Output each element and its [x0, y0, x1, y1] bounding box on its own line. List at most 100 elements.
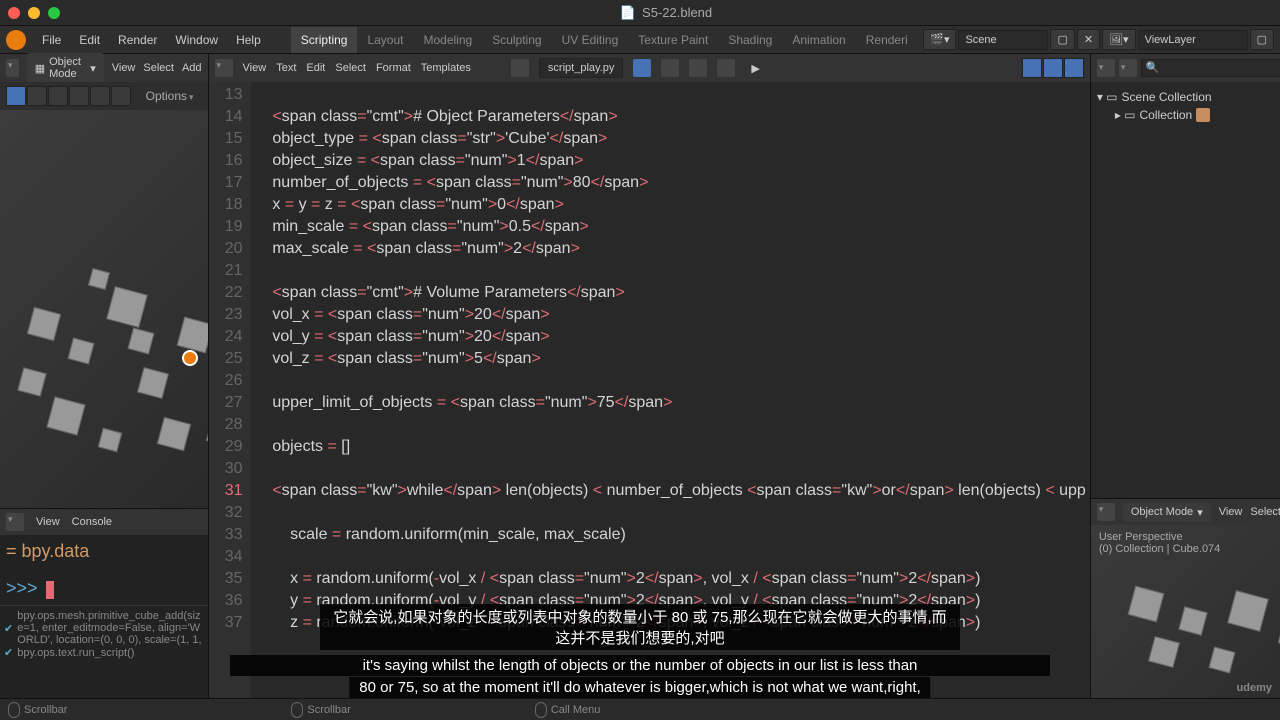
tab-uv-editing[interactable]: UV Editing — [552, 27, 629, 53]
viewport-header: ▦ Object Mode ▾ View Select Add — [0, 54, 208, 82]
outliner-type-icon[interactable] — [1097, 59, 1115, 77]
editor-menu-text[interactable]: Text — [276, 62, 296, 74]
log-line: bpy.ops.text.run_script() — [17, 647, 134, 659]
tab-modeling[interactable]: Modeling — [413, 27, 482, 53]
outliner-search[interactable] — [1141, 59, 1280, 77]
tree-collection[interactable]: ▸ ▭ Collection ☑ 👁 📷 — [1115, 106, 1280, 124]
subtitle-en1: it's saying whilst the length of objects… — [230, 655, 1050, 676]
text-browse-icon[interactable] — [511, 59, 529, 77]
mini-menu-view[interactable]: View — [1219, 506, 1243, 518]
udemy-watermark: udemy — [1237, 682, 1272, 694]
menu-window[interactable]: Window — [167, 29, 226, 51]
menu-help[interactable]: Help — [228, 29, 269, 51]
minimize-icon[interactable] — [28, 7, 40, 19]
maximize-icon[interactable] — [48, 7, 60, 19]
scene-name-input[interactable] — [958, 30, 1048, 50]
object-count-badge — [1196, 108, 1210, 122]
text-editor-header: View Text Edit Select Format Templates s… — [209, 54, 1090, 82]
nav-gizmo[interactable]: Y Z X — [1275, 535, 1280, 583]
editor-menu-templates[interactable]: Templates — [421, 62, 471, 74]
word-wrap-toggle[interactable] — [1043, 58, 1063, 78]
menu-edit[interactable]: Edit — [71, 29, 108, 51]
options-dropdown[interactable]: Options — [138, 86, 202, 106]
tab-texture-paint[interactable]: Texture Paint — [628, 27, 718, 53]
editor-type-icon[interactable] — [215, 59, 233, 77]
3d-viewport[interactable] — [0, 110, 208, 508]
window-controls[interactable] — [8, 7, 60, 19]
layer-browse-icon[interactable]: 🖼▾ — [1102, 29, 1136, 50]
scene-browse-icon[interactable]: 🎬▾ — [923, 29, 956, 50]
status-item: Scrollbar — [291, 702, 350, 718]
script-name-input[interactable]: script_play.py — [539, 58, 623, 78]
outliner-tree[interactable]: ▾ ▭ Scene Collection ▸ ▭ Collection ☑ 👁 … — [1091, 82, 1280, 498]
select-tool-icon[interactable] — [27, 86, 47, 106]
editor-menu-format[interactable]: Format — [376, 62, 411, 74]
mouse-icon — [8, 702, 20, 718]
tab-rendering[interactable]: Renderi — [856, 27, 918, 53]
layer-new-icon[interactable]: ▢ — [1250, 29, 1274, 50]
scene-new-icon[interactable]: ▢ — [1050, 29, 1074, 50]
console-menu-view[interactable]: View — [36, 516, 60, 528]
console-body[interactable]: = bpy.data >>> — [0, 535, 208, 605]
mini-menu-select[interactable]: Select — [1250, 506, 1280, 518]
editor-menu-view[interactable]: View — [243, 62, 267, 74]
mouse-icon — [535, 702, 547, 718]
console-type-icon[interactable] — [6, 513, 24, 531]
tab-shading[interactable]: Shading — [718, 27, 782, 53]
tab-animation[interactable]: Animation — [782, 27, 855, 53]
mode-dropdown[interactable]: Object Mode ▾ — [1123, 503, 1211, 522]
editor-type-icon[interactable] — [1097, 503, 1115, 521]
close-icon[interactable] — [8, 7, 20, 19]
open-text-icon[interactable] — [689, 59, 707, 77]
tab-scripting[interactable]: Scripting — [291, 27, 358, 53]
display-mode-icon[interactable] — [1119, 59, 1137, 77]
chevron-down-icon: ▾ — [90, 62, 96, 75]
viewport-menu-view[interactable]: View — [112, 62, 136, 74]
status-bar: Scrollbar Scrollbar Call Menu — [0, 698, 1280, 720]
filename-text: S5-22.blend — [642, 5, 712, 20]
tab-sculpting[interactable]: Sculpting — [482, 27, 551, 53]
scene-delete-icon[interactable]: ✕ — [1077, 29, 1100, 50]
log-line: bpy.ops.mesh.primitive_cube_add(size=1, … — [17, 610, 203, 646]
mode-dropdown[interactable]: ▦ Object Mode ▾ — [27, 53, 104, 83]
top-menu: File Edit Render Window Help Scripting L… — [0, 26, 1280, 54]
object-mode-icon: ▦ — [35, 62, 45, 75]
viewport-menu-add[interactable]: Add — [182, 62, 202, 74]
scene-collection-label: Scene Collection — [1122, 90, 1212, 104]
editor-menu-select[interactable]: Select — [335, 62, 366, 74]
menu-render[interactable]: Render — [110, 29, 165, 51]
run-script-button[interactable]: ▶ — [745, 59, 765, 78]
shield-icon[interactable] — [633, 59, 651, 77]
status-item: Scrollbar — [8, 702, 67, 718]
subtitle-en2: 80 or 75, so at the moment it'll do what… — [349, 677, 930, 698]
menu-file[interactable]: File — [34, 29, 69, 51]
editor-menu-edit[interactable]: Edit — [306, 62, 325, 74]
editor-type-icon[interactable] — [6, 59, 19, 77]
collection-icon: ▾ ▭ — [1097, 90, 1118, 104]
blender-logo-icon[interactable] — [6, 30, 26, 50]
tree-scene-collection[interactable]: ▾ ▭ Scene Collection — [1097, 88, 1280, 106]
console-prompt: >>> — [6, 578, 38, 598]
mini-viewport[interactable]: Object Mode ▾ View Select Add User Persp… — [1091, 498, 1280, 698]
tab-layout[interactable]: Layout — [357, 27, 413, 53]
cursor-tool-icon[interactable] — [6, 86, 26, 106]
console-output-line: = bpy.data — [6, 541, 202, 562]
rotate-tool-icon[interactable] — [69, 86, 89, 106]
new-text-icon[interactable] — [661, 59, 679, 77]
mouse-icon — [291, 702, 303, 718]
perspective-label: User Perspective (0) Collection | Cube.0… — [1099, 531, 1220, 555]
scale-tool-icon[interactable] — [90, 86, 110, 106]
line-numbers-toggle[interactable] — [1022, 58, 1042, 78]
console-menu-console[interactable]: Console — [72, 516, 112, 528]
viewport-menu-select[interactable]: Select — [143, 62, 174, 74]
viewlayer-input[interactable] — [1138, 30, 1248, 50]
transform-tool-icon[interactable] — [111, 86, 131, 106]
workspace-tabs: Scripting Layout Modeling Sculpting UV E… — [291, 27, 918, 53]
viewport-toolbar: Options — [0, 82, 208, 110]
move-tool-icon[interactable] — [48, 86, 68, 106]
3d-cursor-icon — [182, 350, 198, 366]
scene-controls: 🎬▾ ▢ ✕ 🖼▾ ▢ — [923, 29, 1274, 50]
subtitle-cn: 它就会说,如果对象的长度或列表中对象的数量小于 80 或 75,那么现在它就会做… — [320, 604, 960, 650]
syntax-highlight-toggle[interactable] — [1064, 58, 1084, 78]
unlink-text-icon[interactable] — [717, 59, 735, 77]
